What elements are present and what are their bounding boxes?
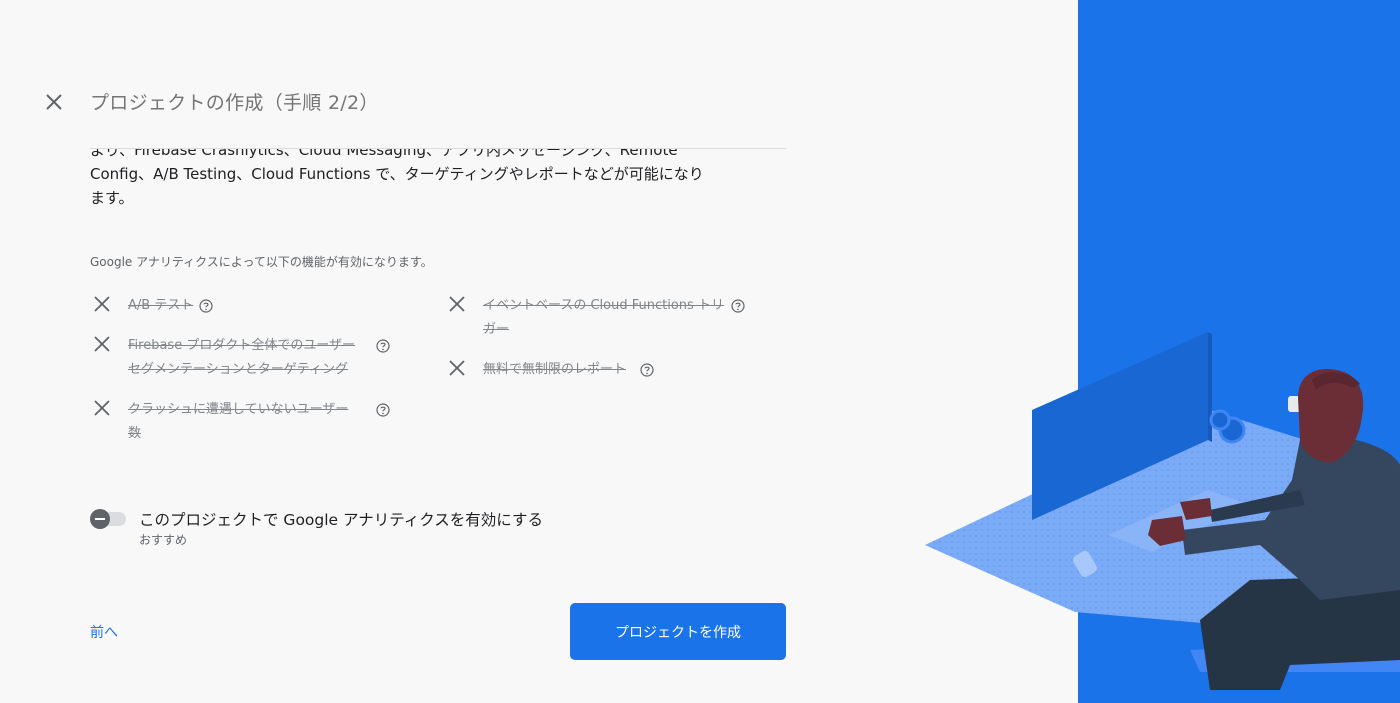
x-icon [449, 296, 465, 312]
feature-label: 数 [128, 426, 142, 441]
feature-label: Firebase プロダクト全体でのユーザー [128, 338, 356, 353]
feature-item-ab-test: A/B テスト [92, 294, 412, 318]
illustration [925, 0, 1400, 703]
create-project-label: プロジェクトを作成 [615, 624, 741, 641]
description-line: より、Firebase Crashlytics、Cloud Messaging、… [90, 149, 678, 159]
analytics-description: より、Firebase Crashlytics、Cloud Messaging、… [90, 149, 730, 210]
feature-item-cloud-functions-trigger: イベントベースの Cloud Functions トリ ガー [447, 294, 767, 342]
feature-label: ガー [483, 322, 510, 337]
x-icon [94, 400, 110, 416]
feature-item-segmentation: Firebase プロダクト全体でのユーザー セグメンテーションとターゲティング [92, 334, 412, 382]
help-circle-icon[interactable] [640, 363, 654, 377]
feature-label: 無料で無制限のレポート [483, 362, 627, 377]
description-line: ます。 [90, 189, 134, 207]
help-circle-icon[interactable] [731, 299, 745, 313]
feature-item-crash-free-users: クラッシュに遭遇していないユーザー 数 [92, 398, 412, 446]
help-circle-icon[interactable] [376, 339, 390, 353]
x-icon [94, 296, 110, 312]
analytics-toggle-label[interactable]: このプロジェクトで Google アナリティクスを有効にする [139, 508, 543, 530]
feature-label: A/B テスト [128, 298, 194, 313]
feature-label: セグメンテーションとターゲティング [128, 362, 348, 377]
feature-label: イベントベースの Cloud Functions トリ [483, 298, 724, 313]
x-icon [449, 360, 465, 376]
help-circle-icon[interactable] [199, 299, 213, 313]
toggle-off-icon [95, 518, 105, 520]
feature-item-unlimited-reporting: 無料で無制限のレポート [447, 358, 767, 382]
x-icon [94, 336, 110, 352]
toggle-knob[interactable] [90, 509, 110, 529]
features-intro: Google アナリティクスによって以下の機能が有効になります。 [90, 255, 433, 269]
back-button[interactable]: 前へ [90, 622, 118, 642]
description-line: Config、A/B Testing、Cloud Functions で、ターゲ… [90, 165, 704, 183]
analytics-toggle-sublabel: おすすめ [139, 533, 188, 547]
close-icon [46, 94, 62, 110]
description-viewport: より、Firebase Crashlytics、Cloud Messaging、… [90, 149, 786, 219]
close-button[interactable] [42, 90, 66, 114]
create-project-button[interactable]: プロジェクトを作成 [570, 603, 786, 660]
feature-label: クラッシュに遭遇していないユーザー [128, 402, 349, 417]
help-circle-icon[interactable] [376, 403, 390, 417]
page-title: プロジェクトの作成（手順 2/2） [90, 92, 379, 114]
headphones-cup [1209, 409, 1231, 431]
